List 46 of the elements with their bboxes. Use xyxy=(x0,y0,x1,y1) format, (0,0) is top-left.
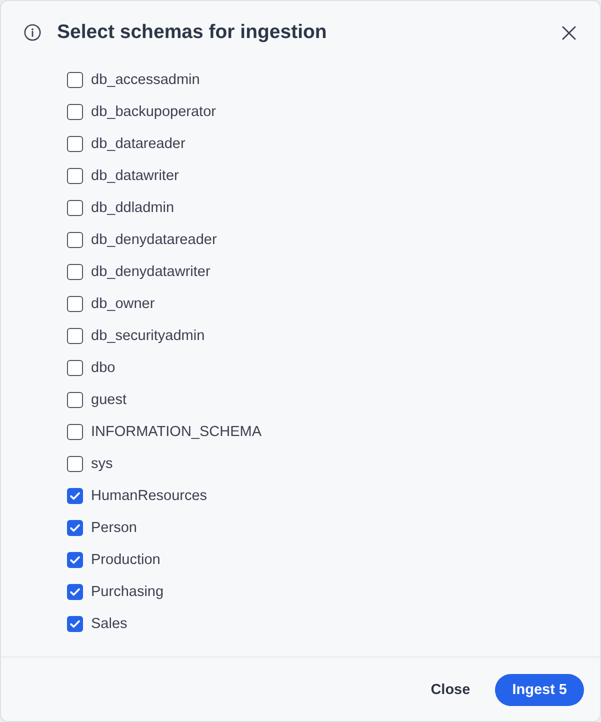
schema-name[interactable]: db_datawriter xyxy=(91,168,179,184)
checkbox[interactable] xyxy=(67,392,83,408)
schema-name[interactable]: Sales xyxy=(91,616,128,632)
schema-name[interactable]: Purchasing xyxy=(91,584,164,600)
schema-name[interactable]: sys xyxy=(91,456,113,472)
checkbox[interactable] xyxy=(67,424,83,440)
checkbox[interactable] xyxy=(67,456,83,472)
schema-name[interactable]: db_ddladmin xyxy=(91,200,174,216)
schema-name[interactable]: Person xyxy=(91,520,137,536)
check-icon xyxy=(70,556,80,564)
schema-name[interactable]: guest xyxy=(91,392,126,408)
close-icon[interactable] xyxy=(562,26,576,40)
checkbox[interactable] xyxy=(67,584,83,600)
check-icon xyxy=(70,620,80,628)
checkbox[interactable] xyxy=(67,72,83,88)
schema-name[interactable]: db_denydatawriter xyxy=(91,264,210,280)
checkbox[interactable] xyxy=(67,552,83,568)
schema-name[interactable]: dbo xyxy=(91,360,116,376)
ingest-button[interactable]: Ingest 5 xyxy=(495,674,584,706)
checkbox[interactable] xyxy=(67,488,83,504)
checkbox[interactable] xyxy=(67,264,83,280)
check-icon xyxy=(70,524,80,532)
checkbox[interactable] xyxy=(67,328,83,344)
check-icon xyxy=(70,588,80,596)
checkbox[interactable] xyxy=(67,168,83,184)
schema-name[interactable]: db_securityadmin xyxy=(91,328,205,344)
info-icon xyxy=(24,24,41,41)
checkbox[interactable] xyxy=(67,200,83,216)
schema-name[interactable]: HumanResources xyxy=(91,488,208,504)
schema-name[interactable]: db_owner xyxy=(91,296,155,312)
schema-name[interactable]: Production xyxy=(91,552,160,568)
schema-name[interactable]: db_backupoperator xyxy=(91,104,216,120)
checkbox[interactable] xyxy=(67,360,83,376)
checkbox[interactable] xyxy=(67,232,83,248)
checkbox[interactable] xyxy=(67,296,83,312)
check-icon xyxy=(70,492,80,500)
close-button[interactable]: Close xyxy=(418,674,482,706)
schema-name[interactable]: db_accessadmin xyxy=(91,72,200,88)
schema-name[interactable]: INFORMATION_SCHEMA xyxy=(91,424,262,440)
checkbox[interactable] xyxy=(67,520,83,536)
dialog-title: Select schemas for ingestion xyxy=(57,21,328,44)
schema-name[interactable]: db_denydatareader xyxy=(91,232,217,248)
checkbox[interactable] xyxy=(67,616,83,632)
checkbox[interactable] xyxy=(67,136,83,152)
checkbox[interactable] xyxy=(67,104,83,120)
schema-name[interactable]: db_datareader xyxy=(91,136,186,152)
